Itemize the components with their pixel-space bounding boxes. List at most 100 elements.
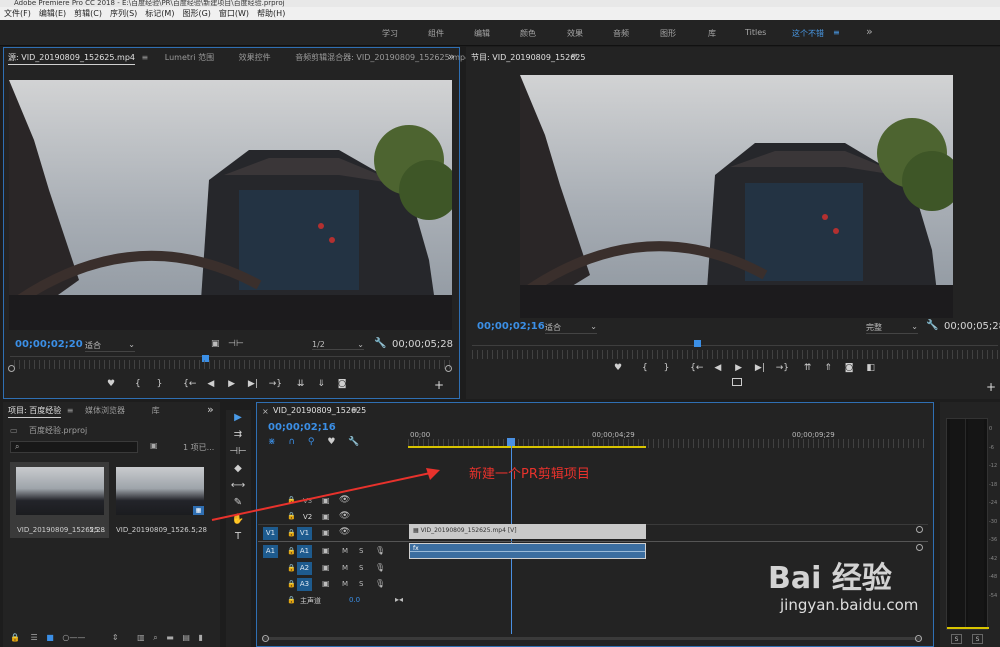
add-button-icon[interactable]: +: [434, 378, 444, 392]
tab-menu-icon[interactable]: ≡: [571, 51, 578, 60]
export-frame-icon[interactable]: ◙: [338, 379, 347, 389]
program-fit-dropdown[interactable]: 适合 ⌄: [545, 322, 597, 334]
snap-icon[interactable]: ∩: [288, 437, 295, 447]
go-to-out-icon[interactable]: →}: [269, 379, 282, 389]
linked-selection-icon[interactable]: ⚲: [308, 437, 315, 447]
sync-lock-icon[interactable]: ▣: [322, 563, 330, 572]
tab-menu-icon[interactable]: ≡: [67, 406, 74, 415]
workspace-assembly[interactable]: 组件: [428, 28, 444, 39]
workspace-libraries[interactable]: 库: [708, 28, 716, 39]
export-frame-icon[interactable]: ◙: [845, 363, 854, 373]
wrench-settings-icon[interactable]: 🔧: [348, 437, 359, 447]
tab-effect-controls[interactable]: 效果控件: [239, 53, 271, 62]
new-bin-icon[interactable]: ▬: [166, 633, 174, 642]
automate-icon[interactable]: ▥: [137, 633, 145, 642]
audio-clip-a1[interactable]: fx: [409, 543, 646, 559]
extract-icon[interactable]: ⇑: [824, 363, 832, 373]
add-marker-icon[interactable]: ♥: [107, 379, 115, 389]
microphone-icon[interactable]: 🎙: [375, 563, 385, 572]
menu-marker[interactable]: 标记(M): [141, 7, 178, 20]
work-area-bar[interactable]: [408, 446, 646, 448]
add-marker-icon[interactable]: ♥: [327, 437, 335, 447]
mark-in-icon[interactable]: {: [135, 379, 141, 389]
tab-media-browser[interactable]: 媒体浏览器: [85, 406, 125, 415]
source-zoom-handle-right[interactable]: [445, 365, 452, 372]
workspace-color[interactable]: 颜色: [520, 28, 536, 39]
lock-icon[interactable]: 🔒: [287, 547, 296, 555]
nest-icon[interactable]: ⋇: [268, 437, 276, 447]
find-icon[interactable]: ⌕: [153, 633, 157, 642]
tab-source[interactable]: 源: VID_20190809_152625.mp4: [8, 53, 135, 65]
list-view-icon[interactable]: ☰: [31, 633, 38, 642]
new-search-bin-icon[interactable]: ▣: [150, 441, 158, 450]
sync-lock-icon[interactable]: ▣: [322, 546, 330, 555]
step-back-icon[interactable]: ◀: [714, 363, 721, 373]
clear-icon[interactable]: ▮: [198, 633, 202, 642]
lock-icon[interactable]: 🔒: [287, 564, 296, 572]
source-timebar[interactable]: [10, 356, 450, 357]
panel-overflow-icon[interactable]: »: [448, 50, 455, 63]
microphone-icon[interactable]: 🎙: [375, 546, 385, 555]
menu-help[interactable]: 帮助(H): [253, 7, 289, 20]
timeline-timecode[interactable]: 00;00;02;16: [268, 422, 336, 433]
sync-lock-icon[interactable]: ▣: [322, 579, 330, 588]
timeline-horizontal-scrollbar[interactable]: [262, 637, 922, 640]
insert-button-icon[interactable]: ▣: [211, 339, 220, 349]
solo-left-button[interactable]: S: [951, 634, 962, 644]
add-marker-icon[interactable]: ♥: [614, 363, 622, 373]
play-icon[interactable]: ▶: [228, 379, 235, 389]
play-icon[interactable]: ▶: [735, 363, 742, 373]
track-select-tool-icon[interactable]: ⇉: [228, 429, 248, 446]
workspace-overflow-icon[interactable]: »: [866, 25, 873, 38]
menu-graphics[interactable]: 图形(G): [178, 7, 214, 20]
source-a1-patch[interactable]: A1: [263, 545, 278, 558]
source-zoom-handle-left[interactable]: [8, 365, 15, 372]
workspace-graphics[interactable]: 图形: [660, 28, 676, 39]
new-item-icon[interactable]: ▤: [182, 633, 190, 642]
menu-file[interactable]: 文件(F): [0, 7, 35, 20]
scroll-handle-right[interactable]: [915, 635, 922, 642]
lock-icon[interactable]: 🔒: [287, 596, 296, 604]
workspace-menu-icon[interactable]: ≡: [833, 28, 840, 37]
tab-project[interactable]: 项目: 百度经验: [8, 406, 62, 418]
workspace-audio[interactable]: 音频: [613, 28, 629, 39]
add-button-icon[interactable]: +: [986, 380, 996, 394]
go-to-start-icon[interactable]: ▸◂: [395, 595, 403, 604]
solo-s-button[interactable]: S: [359, 547, 363, 555]
go-to-out-icon[interactable]: →}: [776, 363, 789, 373]
scroll-handle-left[interactable]: [262, 635, 269, 642]
program-timecode[interactable]: 00;00;02;16: [477, 321, 545, 332]
step-forward-icon[interactable]: ▶|: [248, 379, 258, 389]
workspace-learn[interactable]: 学习: [382, 28, 398, 39]
workspace-titles[interactable]: Titles: [745, 28, 766, 37]
project-item-2[interactable]: ▦ VID_20190809_1526... 5;28: [112, 462, 209, 538]
selection-tool-icon[interactable]: ▶: [228, 412, 248, 429]
program-playhead[interactable]: [694, 340, 701, 347]
insert-icon[interactable]: ⇊: [297, 379, 305, 389]
lock-icon[interactable]: 🔒: [10, 633, 20, 642]
solo-s-button[interactable]: S: [359, 564, 363, 572]
track-a1-target[interactable]: A1: [297, 545, 312, 558]
program-timebar[interactable]: [472, 345, 998, 346]
go-to-in-icon[interactable]: {←: [690, 363, 703, 373]
menu-clip[interactable]: 剪辑(C): [70, 7, 106, 20]
trim-button-icon[interactable]: ⊣⊢: [228, 339, 244, 349]
source-fit-dropdown[interactable]: 适合 ⌄: [85, 340, 135, 352]
lock-icon[interactable]: 🔒: [287, 529, 296, 537]
microphone-icon[interactable]: 🎙: [375, 579, 385, 588]
wrench-settings-icon[interactable]: 🔧: [926, 320, 938, 331]
source-resolution-dropdown[interactable]: 1/2 ⌄: [312, 340, 364, 350]
track-a3-target[interactable]: A3: [297, 578, 312, 591]
solo-s-button[interactable]: S: [359, 580, 363, 588]
mark-out-icon[interactable]: }: [664, 363, 670, 373]
zoom-slider[interactable]: ○——: [62, 633, 85, 642]
mute-m-button[interactable]: M: [342, 547, 348, 555]
step-forward-icon[interactable]: ▶|: [755, 363, 765, 373]
track-height-knob[interactable]: [916, 526, 923, 533]
mute-m-button[interactable]: M: [342, 564, 348, 572]
panel-overflow-icon[interactable]: »: [207, 403, 214, 416]
step-back-icon[interactable]: ◀: [207, 379, 214, 389]
lift-icon[interactable]: ⇈: [804, 363, 812, 373]
program-quality-dropdown[interactable]: 完整 ⌄: [866, 322, 918, 334]
type-tool-icon[interactable]: T: [228, 531, 248, 548]
